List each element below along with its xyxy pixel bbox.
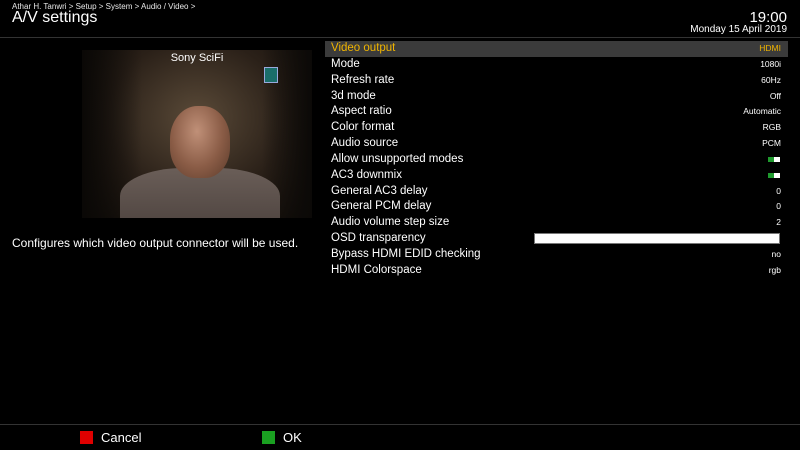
menu-item-label: Audio volume step size (331, 216, 450, 229)
clock-date: Monday 15 April 2019 (690, 24, 787, 35)
menu-item-value: 0 (776, 185, 781, 196)
header: Athar H. Tanwri > Setup > System > Audio… (0, 0, 800, 36)
menu-item-aspect-ratio[interactable]: Aspect ratio Automatic (325, 104, 788, 120)
header-divider (0, 37, 800, 38)
menu-item-value: 2 (776, 217, 781, 228)
menu-item-allow-unsupported-modes[interactable]: Allow unsupported modes (325, 152, 788, 168)
menu-item-general-pcm-delay[interactable]: General PCM delay 0 (325, 199, 788, 215)
menu-item-audio-volume-step-size[interactable]: Audio volume step size 2 (325, 215, 788, 231)
menu-item-color-format[interactable]: Color format RGB (325, 120, 788, 136)
settings-menu: Video output HDMI Mode 1080i Refresh rate 60H… (325, 41, 788, 279)
menu-item-value: no (771, 248, 781, 259)
menu-item-label: Allow unsupported modes (331, 152, 464, 165)
menu-item-label: Refresh rate (331, 73, 395, 86)
menu-item-label: Bypass HDMI EDID checking (331, 247, 481, 260)
menu-item-value: rgb (768, 264, 781, 275)
menu-item-label: Audio source (331, 137, 399, 150)
menu-item-value: Automatic (743, 106, 781, 117)
ok-label: OK (283, 429, 302, 445)
menu-item-label: 3d mode (331, 89, 376, 102)
footer: Cancel OK (0, 425, 800, 450)
menu-item-value: HDMI (759, 43, 781, 53)
toggle-knob (774, 172, 780, 178)
menu-item-label: Mode (331, 57, 360, 70)
menu-item-audio-source[interactable]: Audio source PCM (325, 136, 788, 152)
help-text: Configures which video output connector … (12, 236, 299, 250)
cancel-button[interactable]: Cancel (80, 429, 142, 445)
menu-item-label: General AC3 delay (331, 184, 428, 197)
preview-person-head (170, 106, 230, 178)
menu-item-value: 1080i (760, 58, 781, 69)
menu-item-3d-mode[interactable]: 3d mode Off (325, 89, 788, 105)
menu-item-label: Aspect ratio (331, 105, 392, 118)
menu-item-video-output[interactable]: Video output HDMI (325, 41, 788, 57)
channel-name: Sony SciFi (170, 52, 224, 64)
menu-item-value: 0 (776, 201, 781, 212)
menu-item-label: HDMI Colorspace (331, 263, 422, 276)
menu-item-label: Color format (331, 121, 395, 134)
ok-button[interactable]: OK (262, 429, 302, 445)
menu-item-value: Off (769, 90, 781, 101)
menu-item-value: RGB (762, 122, 781, 133)
menu-item-value: 60Hz (761, 74, 781, 85)
green-key-icon (262, 430, 275, 444)
menu-item-label: OSD transparency (331, 232, 426, 245)
osd-transparency-slider[interactable] (534, 233, 780, 245)
channel-logo-icon (264, 67, 278, 83)
menu-item-general-ac3-delay[interactable]: General AC3 delay 0 (325, 184, 788, 200)
menu-item-osd-transparency[interactable]: OSD transparency (325, 231, 788, 247)
menu-item-label: General PCM delay (331, 200, 432, 213)
menu-item-label: AC3 downmix (331, 168, 402, 181)
menu-item-value: PCM (762, 138, 781, 149)
red-key-icon (80, 430, 93, 444)
menu-item-ac3-downmix[interactable]: AC3 downmix (325, 168, 788, 184)
page-title: A/V settings (12, 9, 98, 26)
toggle-switch[interactable] (768, 156, 780, 162)
toggle-knob (774, 156, 780, 162)
menu-item-refresh-rate[interactable]: Refresh rate 60Hz (325, 73, 788, 89)
toggle-switch[interactable] (768, 172, 780, 178)
menu-item-hdmi-colorspace[interactable]: HDMI Colorspace rgb (325, 263, 788, 279)
cancel-label: Cancel (101, 429, 142, 445)
tv-preview: Sony SciFi (82, 50, 312, 218)
menu-item-label: Video output (331, 42, 396, 54)
menu-item-mode[interactable]: Mode 1080i (325, 57, 788, 73)
menu-item-bypass-hdmi-edid-checking[interactable]: Bypass HDMI EDID checking no (325, 247, 788, 263)
